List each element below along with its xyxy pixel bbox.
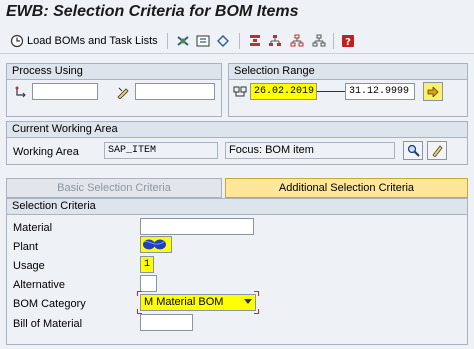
tab-basic-selection[interactable]: Basic Selection Criteria <box>6 178 222 198</box>
alternative-label: Alternative <box>13 279 65 291</box>
process-using-group: Process Using <box>6 63 222 117</box>
load-boms-label: Load BOMs and Task Lists <box>27 35 158 47</box>
stop-icon[interactable] <box>196 32 210 50</box>
variant-icon[interactable] <box>216 32 230 50</box>
selection-range-group: Selection Range 26.02.2019 31.12.9999 <box>228 63 468 117</box>
tree-icon[interactable] <box>290 32 304 50</box>
arrow-right-icon <box>427 86 439 97</box>
date-from-field[interactable]: 26.02.2019 <box>250 83 317 100</box>
usage-field[interactable]: 1 <box>140 256 154 273</box>
working-area-label: Working Area <box>13 146 79 158</box>
plant-field[interactable] <box>140 236 172 253</box>
date-range-icon <box>233 86 247 97</box>
magnifier-icon <box>407 144 420 157</box>
bom-category-label: BOM Category <box>13 298 86 310</box>
bom-category-select[interactable]: M Material BOM <box>140 294 256 311</box>
plant-label: Plant <box>13 241 39 253</box>
process-using-title: Process Using <box>7 64 221 80</box>
focus-marker <box>254 309 259 314</box>
bom-category-value: M Material BOM <box>144 296 224 308</box>
refresh-icon[interactable] <box>176 32 190 50</box>
alternative-field[interactable] <box>140 275 157 292</box>
help-icon[interactable]: ? <box>341 32 355 50</box>
range-connector <box>317 91 345 92</box>
edit-button[interactable] <box>427 141 447 160</box>
page-title: EWB: Selection Criteria for BOM Items <box>6 3 299 20</box>
toolbar-divider <box>239 33 240 49</box>
tree-alt-icon[interactable] <box>312 32 326 50</box>
material-field[interactable] <box>140 218 254 235</box>
selection-criteria-group: Selection Criteria Material Plant Usage … <box>6 198 468 345</box>
svg-text:?: ? <box>345 37 351 48</box>
filter-icon[interactable] <box>248 32 262 50</box>
working-area-title: Current Working Area <box>7 122 467 138</box>
structure-icon <box>15 86 26 98</box>
focus-marker <box>254 291 259 296</box>
material-label: Material <box>13 222 53 234</box>
toolbar-divider <box>167 33 168 49</box>
process-using-field-1[interactable] <box>32 83 98 100</box>
bill-of-material-label: Bill of Material <box>13 318 83 330</box>
pencil-icon <box>431 145 443 157</box>
date-to-field[interactable]: 31.12.9999 <box>345 83 415 100</box>
usage-label: Usage <box>13 260 45 272</box>
redacted-scribble-icon <box>143 239 166 250</box>
tab-additional-selection[interactable]: Additional Selection Criteria <box>225 178 468 198</box>
title-bar: EWB: Selection Criteria for BOM Items <box>0 0 474 26</box>
selection-range-title: Selection Range <box>229 64 467 80</box>
clock-load-icon <box>10 34 24 48</box>
chevron-down-icon[interactable] <box>244 299 252 305</box>
focus-marker <box>137 291 142 296</box>
working-area-field: SAP_ITEM <box>104 142 218 159</box>
focus-field: Focus: BOM item <box>225 142 395 159</box>
display-button[interactable] <box>403 141 423 160</box>
selection-criteria-title: Selection Criteria <box>7 199 467 215</box>
hierarchy-icon[interactable] <box>268 32 282 50</box>
toolbar-divider <box>333 33 334 49</box>
change-icon <box>117 87 129 99</box>
working-area-group: Current Working Area Working Area SAP_IT… <box>6 121 468 165</box>
toolbar: Load BOMs and Task Lists ? <box>0 28 474 54</box>
range-button[interactable] <box>423 82 443 101</box>
process-using-field-2[interactable] <box>135 83 215 100</box>
load-boms-button[interactable]: Load BOMs and Task Lists <box>10 32 158 50</box>
bill-of-material-field[interactable] <box>140 314 193 331</box>
